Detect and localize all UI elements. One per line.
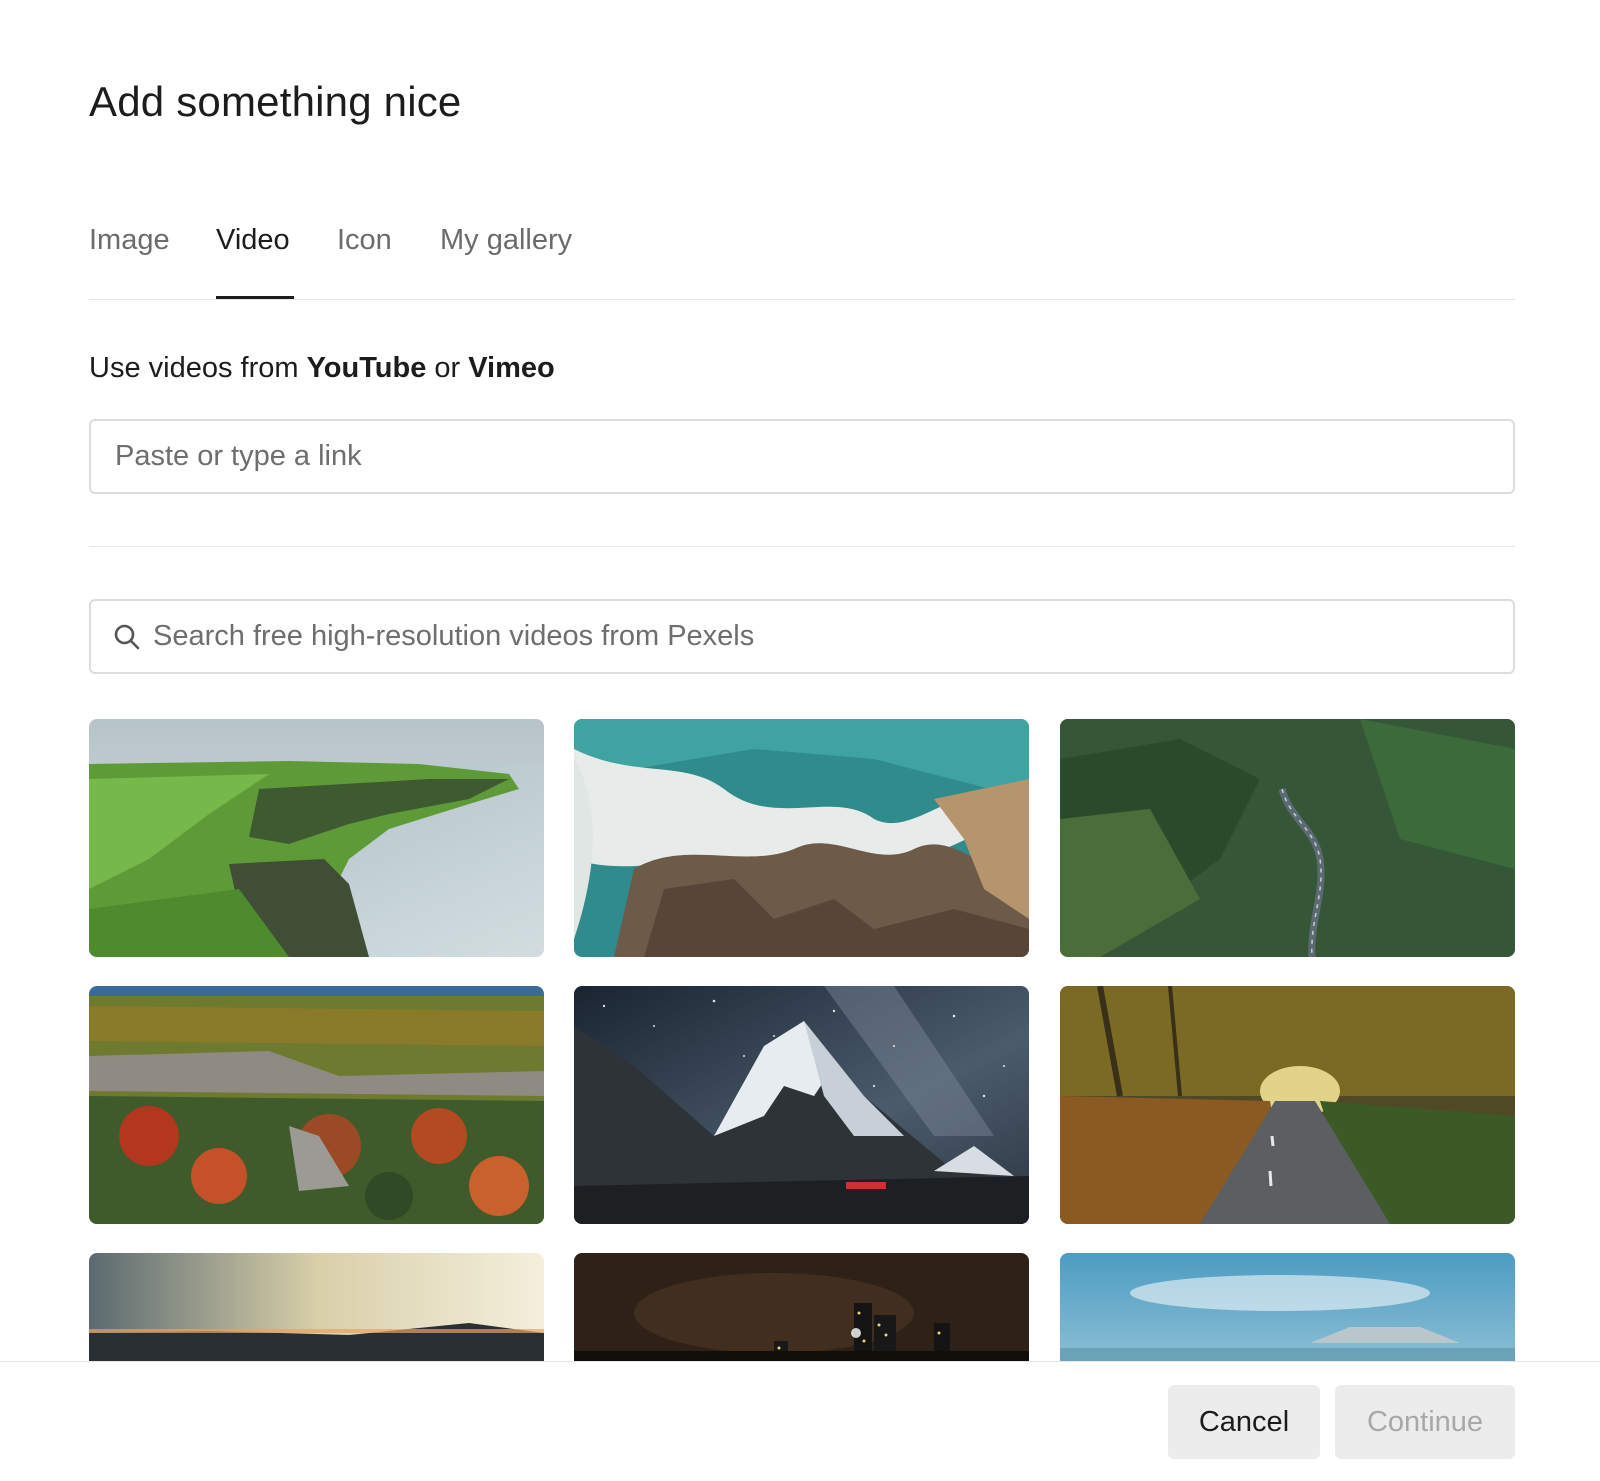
tab-my-gallery[interactable]: My gallery bbox=[440, 224, 572, 299]
dialog-footer: Cancel Continue bbox=[0, 1361, 1600, 1481]
video-thumbnail-autumn-canyon[interactable] bbox=[89, 986, 544, 1224]
video-thumbnail-night-mountain[interactable] bbox=[574, 986, 1029, 1224]
video-thumbnail-autumn-road[interactable] bbox=[1060, 986, 1515, 1224]
tab-icon[interactable]: Icon bbox=[337, 224, 392, 299]
video-thumbnail-forest-road[interactable] bbox=[1060, 719, 1515, 957]
video-results-grid[interactable] bbox=[0, 700, 1600, 1361]
pexels-search-input[interactable] bbox=[153, 601, 1493, 672]
video-thumbnail-blue-sky[interactable] bbox=[1060, 1253, 1515, 1361]
video-thumbnail-ocean-rocks[interactable] bbox=[574, 719, 1029, 957]
youtube-label: YouTube bbox=[306, 352, 427, 384]
vimeo-label: Vimeo bbox=[468, 352, 555, 384]
section-divider bbox=[89, 546, 1515, 547]
dialog-title: Add something nice bbox=[89, 78, 462, 125]
video-thumbnail-sunset-hills[interactable] bbox=[89, 1253, 544, 1361]
video-link-input[interactable] bbox=[89, 419, 1515, 494]
video-sources-joiner: or bbox=[426, 352, 469, 384]
video-thumbnail-city-night[interactable] bbox=[574, 1253, 1029, 1361]
search-icon bbox=[113, 623, 141, 651]
video-sources-note: Use videos from YouTube or Vimeo bbox=[89, 352, 555, 385]
cancel-button[interactable]: Cancel bbox=[1168, 1385, 1320, 1459]
continue-button[interactable]: Continue bbox=[1335, 1385, 1515, 1459]
tab-image[interactable]: Image bbox=[89, 224, 170, 299]
video-thumbnail-cliffs[interactable] bbox=[89, 719, 544, 957]
pexels-search-box[interactable] bbox=[89, 599, 1515, 674]
video-sources-prefix: Use videos from bbox=[89, 352, 307, 384]
tab-video[interactable]: Video bbox=[216, 224, 294, 299]
media-type-tabs: Image Video Icon My gallery bbox=[89, 218, 1515, 300]
